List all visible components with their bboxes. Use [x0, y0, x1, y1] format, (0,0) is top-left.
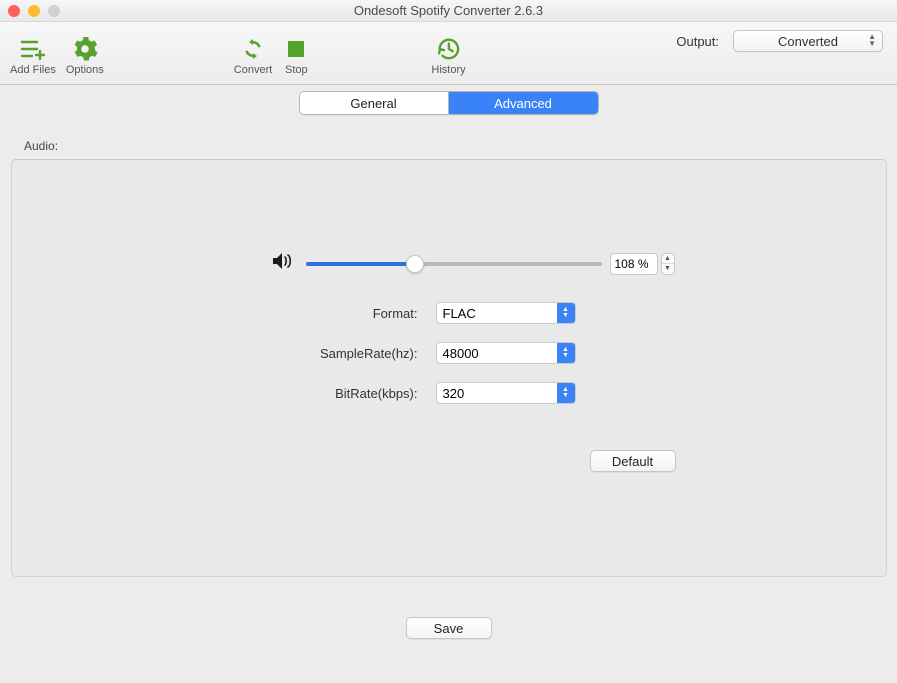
default-button[interactable]: Default — [590, 450, 676, 472]
bottom-area: Save — [0, 577, 897, 639]
save-button[interactable]: Save — [406, 617, 492, 639]
output-group: Output: Converted ▲▼ — [676, 30, 883, 52]
audio-panel: ▲ ▼ Format: FLAC ▲▼ SampleRate(hz): 4800… — [11, 159, 887, 577]
chevrons-icon: ▲▼ — [557, 303, 575, 323]
samplerate-row: SampleRate(hz): 48000 ▲▼ — [328, 342, 576, 364]
slider-thumb[interactable] — [406, 255, 424, 273]
samplerate-value: 48000 — [443, 346, 479, 361]
volume-row: ▲ ▼ — [272, 252, 675, 275]
bitrate-row: BitRate(kbps): 320 ▲▼ — [328, 382, 576, 404]
samplerate-label: SampleRate(hz): — [298, 346, 418, 361]
tabs: General Advanced — [0, 85, 897, 115]
history-label: History — [431, 64, 465, 76]
add-files-button[interactable]: Add Files — [10, 30, 56, 76]
history-button[interactable]: History — [431, 30, 465, 76]
samplerate-select[interactable]: 48000 ▲▼ — [436, 342, 576, 364]
output-label: Output: — [676, 34, 719, 49]
panel-wrap: Audio: ▲ ▼ — [0, 115, 897, 577]
format-row: Format: FLAC ▲▼ — [328, 302, 576, 324]
stepper-up[interactable]: ▲ — [662, 254, 674, 265]
options-button[interactable]: Options — [66, 30, 104, 76]
speaker-icon — [272, 252, 294, 275]
window-title: Ondesoft Spotify Converter 2.6.3 — [0, 3, 897, 18]
chevrons-icon: ▲▼ — [557, 383, 575, 403]
stepper-down[interactable]: ▼ — [662, 264, 674, 274]
segmented-control: General Advanced — [299, 91, 599, 115]
tab-advanced[interactable]: Advanced — [449, 92, 598, 114]
slider-fill — [306, 262, 416, 266]
format-label: Format: — [328, 306, 418, 321]
updown-icon: ▲▼ — [868, 33, 876, 47]
stop-button[interactable]: Stop — [282, 30, 310, 76]
output-select[interactable]: Converted ▲▼ — [733, 30, 883, 52]
refresh-icon — [239, 36, 267, 62]
toolbar-group-left: Add Files Options — [10, 30, 104, 76]
convert-button[interactable]: Convert — [234, 30, 273, 76]
toolbar: Add Files Options — [0, 22, 897, 85]
format-select[interactable]: FLAC ▲▼ — [436, 302, 576, 324]
bitrate-value: 320 — [443, 386, 465, 401]
bitrate-label: BitRate(kbps): — [298, 386, 418, 401]
format-value: FLAC — [443, 306, 476, 321]
titlebar: Ondesoft Spotify Converter 2.6.3 — [0, 0, 897, 22]
volume-input[interactable] — [610, 253, 658, 275]
history-icon — [434, 36, 462, 62]
stop-label: Stop — [285, 64, 308, 76]
toolbar-group-mid: Convert Stop — [234, 30, 311, 76]
options-label: Options — [66, 64, 104, 76]
stepper-buttons: ▲ ▼ — [661, 253, 675, 275]
list-plus-icon — [19, 36, 47, 62]
volume-stepper: ▲ ▼ — [610, 253, 675, 275]
stop-icon — [282, 36, 310, 62]
tab-general[interactable]: General — [300, 92, 449, 114]
bitrate-select[interactable]: 320 ▲▼ — [436, 382, 576, 404]
gear-icon — [71, 36, 99, 62]
convert-label: Convert — [234, 64, 273, 76]
output-value: Converted — [778, 34, 838, 49]
volume-slider[interactable] — [306, 262, 602, 266]
chevrons-icon: ▲▼ — [557, 343, 575, 363]
add-files-label: Add Files — [10, 64, 56, 76]
audio-section-label: Audio: — [10, 139, 887, 153]
